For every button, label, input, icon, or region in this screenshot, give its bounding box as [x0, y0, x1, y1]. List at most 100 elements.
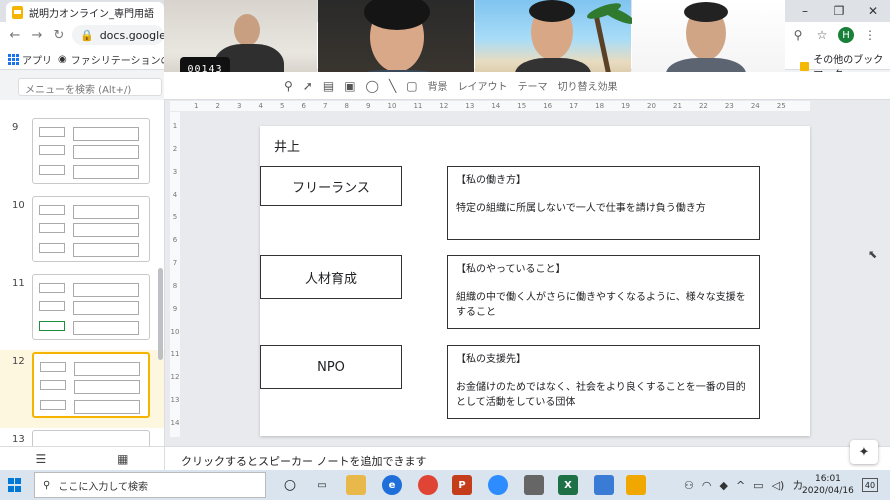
cortana-icon[interactable]: ○	[280, 475, 300, 495]
speaker-notes[interactable]: クリックするとスピーカー ノートを追加できます	[165, 446, 890, 470]
term-box-hr-development[interactable]: 人材育成	[260, 255, 402, 299]
zoom-icon[interactable]: ⚲	[790, 27, 806, 43]
desc-text: 特定の組織に所属しないで一人で仕事を請け負う働き方	[456, 203, 706, 214]
desc-box-freelance[interactable]: 【私の働き方】 特定の組織に所属しないで一人で仕事を請け負う働き方	[447, 166, 760, 240]
desc-box-npo[interactable]: 【私の支援先】 お金儲けのためではなく、社会をより良くすることを一番の目的として…	[447, 345, 760, 419]
zoom-tool-icon[interactable]: ⚲	[284, 79, 293, 93]
star-icon[interactable]: ☆	[814, 27, 830, 43]
participant-hair	[684, 2, 728, 22]
people-icon[interactable]: ⚇	[684, 479, 694, 492]
file-explorer-icon[interactable]	[346, 475, 366, 495]
back-icon[interactable]: ←	[6, 26, 24, 44]
ruler-tick: 22	[698, 102, 708, 110]
desc-text: 組織の中で働く人がさらに働きやすくなるように、様々な支援をすること	[456, 292, 746, 318]
term-box-npo[interactable]: NPO	[260, 345, 402, 389]
media-app-icon[interactable]	[626, 475, 646, 495]
select-tool-icon[interactable]: ➚	[303, 79, 313, 93]
system-tray: ⚇ ◠ ◆ ^ ▭ ◁) カ	[684, 470, 803, 500]
ruler-tick: 7	[172, 259, 178, 268]
profile-avatar[interactable]: H	[838, 27, 854, 43]
chrome-icon[interactable]	[418, 475, 438, 495]
desc-text: お金儲けのためではなく、社会をより良くすることを一番の目的として活動をしている団…	[456, 382, 746, 408]
grid-view-icon[interactable]: ▦	[117, 452, 128, 466]
taskbar-search[interactable]: ⚲ ここに入力して検索	[34, 472, 266, 498]
thumbnail-image	[32, 430, 150, 446]
wifi-icon[interactable]: ◠	[702, 479, 712, 492]
ruler-tick: 2	[172, 144, 178, 153]
clock-app-icon[interactable]	[524, 475, 544, 495]
globe-icon: ◉	[58, 53, 67, 65]
filmstrip-view-toggle: ☰ ▦	[0, 446, 165, 470]
ruler-tick: 3	[237, 102, 242, 110]
line-icon[interactable]: ╲	[389, 79, 396, 93]
explore-icon[interactable]: ✦	[850, 440, 878, 464]
thumbnail-image	[32, 274, 150, 340]
thumbnail-12[interactable]: 12	[0, 350, 164, 428]
textbox-icon[interactable]: ▤	[323, 79, 334, 93]
toolbar-background[interactable]: 背景	[428, 78, 448, 93]
ruler-tick: 9	[172, 304, 178, 313]
toolbar-theme[interactable]: テーマ	[518, 78, 548, 93]
powerpoint-icon[interactable]: P	[452, 475, 472, 495]
participant-hair	[529, 0, 575, 22]
photos-icon[interactable]	[594, 475, 614, 495]
edge-icon[interactable]: e	[382, 475, 402, 495]
browser-tab[interactable]: 説明力オンライン_専門用語 - Goog	[6, 2, 164, 22]
term-box-freelance[interactable]: フリーランス	[260, 166, 402, 206]
thumbnail-13[interactable]: 13	[0, 428, 164, 446]
zoom-app-icon[interactable]	[488, 475, 508, 495]
desc-box-hr-development[interactable]: 【私のやっていること】 組織の中で働く人がさらに働きやすくなるように、様々な支援…	[447, 255, 760, 329]
ruler-tick: 15	[517, 102, 527, 110]
ruler-tick: 20	[647, 102, 656, 110]
volume-icon[interactable]: ◁)	[772, 479, 785, 492]
restore-icon[interactable]: ❐	[822, 0, 856, 22]
ruler-tick: 18	[595, 102, 605, 110]
slide[interactable]: 井上 フリーランス 【私の働き方】 特定の組織に所属しないで一人で仕事を請け負う…	[260, 126, 810, 436]
taskbar: ⚲ ここに入力して検索 ○ ▭ e P X ⚇ ◠ ◆ ^ ▭ ◁) カ 16:…	[0, 470, 890, 500]
thumbnail-10[interactable]: 10	[0, 194, 164, 272]
thumbnail-11[interactable]: 11	[0, 272, 164, 350]
image-icon[interactable]: ▣	[344, 79, 355, 93]
shape-icon[interactable]: ◯	[366, 79, 379, 93]
close-icon[interactable]: ✕	[856, 0, 890, 22]
thumbnail-9[interactable]: 9	[0, 116, 164, 194]
notification-center[interactable]: 40	[862, 478, 878, 492]
ruler-tick: 5	[172, 213, 178, 222]
desc-heading: 【私のやっていること】	[456, 264, 566, 275]
task-view-icon[interactable]: ▭	[312, 475, 332, 495]
apps-icon	[8, 54, 19, 65]
toolbar-layout[interactable]: レイアウト	[458, 78, 508, 93]
tab-title: 説明力オンライン_専門用語 - Goog	[29, 8, 157, 20]
ruler-tick: 9	[366, 102, 371, 110]
menu-dots-icon[interactable]: ⋮	[862, 27, 878, 43]
ruler-tick: 7	[323, 102, 328, 110]
comment-icon[interactable]: ▢	[406, 79, 417, 93]
excel-icon[interactable]: X	[558, 475, 578, 495]
dropbox-icon[interactable]: ◆	[719, 479, 727, 492]
forward-icon[interactable]: →	[28, 26, 46, 44]
menu-search-input[interactable]: メニューを検索 (Alt+/)	[18, 78, 162, 96]
address-bar[interactable]: 🔒 docs.google.co	[72, 25, 182, 45]
filmstrip-icon[interactable]: ☰	[35, 452, 46, 466]
filmstrip-scrollbar[interactable]	[158, 268, 163, 360]
ruler-tick: 10	[170, 327, 180, 336]
network-icon[interactable]: ▭	[753, 479, 763, 492]
minimize-icon[interactable]: –	[788, 0, 822, 22]
thumbnail-image	[32, 118, 150, 184]
bookmark-label: アプリ	[22, 55, 52, 67]
folder-icon	[800, 61, 810, 71]
ruler-tick: 24	[750, 102, 760, 110]
participant-head	[234, 14, 260, 46]
bookmark-apps[interactable]: アプリ	[8, 51, 52, 67]
windows-icon[interactable]	[8, 478, 22, 492]
mouse-pointer-icon: ⬉	[868, 248, 878, 261]
search-icon: ⚲	[43, 479, 51, 491]
ruler-tick: 8	[344, 102, 349, 110]
system-clock[interactable]: 16:01 2020/04/16	[802, 473, 854, 497]
reload-icon[interactable]: ↻	[50, 26, 68, 44]
desc-heading: 【私の働き方】	[456, 175, 526, 186]
chevron-up-icon[interactable]: ^	[736, 479, 745, 492]
slide-person-name[interactable]: 井上	[274, 136, 300, 155]
toolbar-transition[interactable]: 切り替え効果	[558, 78, 618, 93]
thumbnail-number: 13	[12, 434, 25, 445]
